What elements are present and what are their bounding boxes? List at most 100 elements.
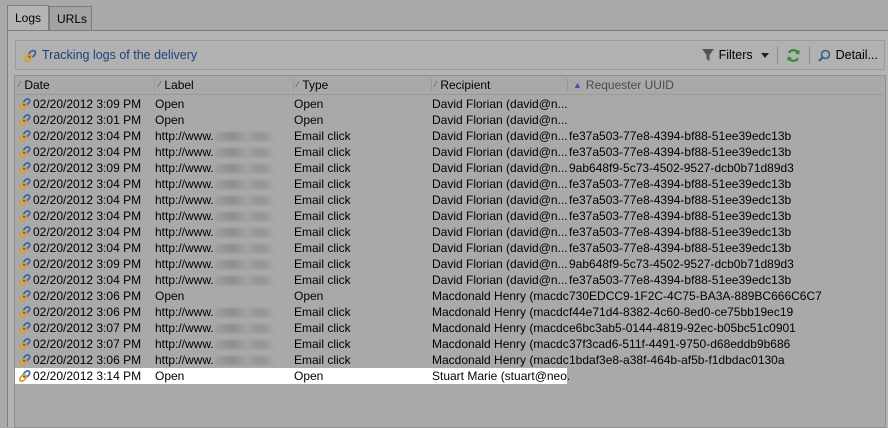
- tracking-link-icon: [17, 272, 33, 288]
- table-row[interactable]: 02/20/2012 3:14 PM Open Open Stuart Marie (…: [15, 368, 569, 384]
- redacted-url: [214, 356, 273, 366]
- cell-recipient: Macdonald Henry (macdc: [432, 321, 569, 335]
- table-row[interactable]: 02/20/2012 3:04 PM http://www. Email click…: [15, 192, 885, 208]
- magnifier-icon: [817, 49, 831, 62]
- cell-label-text: http://www.: [155, 337, 214, 351]
- refresh-button[interactable]: [780, 41, 807, 69]
- cell-date: 02/20/2012 3:04 PM: [33, 193, 142, 207]
- redacted-url: [214, 276, 273, 286]
- cell-label: http://www.: [155, 272, 295, 288]
- cell-label-text: http://www.: [155, 161, 214, 175]
- table-row[interactable]: 02/20/2012 3:06 PM http://www. Email click…: [15, 304, 885, 320]
- tracking-link-icon: [17, 240, 33, 256]
- detail-button[interactable]: Detail...: [812, 41, 884, 69]
- table-row[interactable]: 02/20/2012 3:04 PM http://www. Email click…: [15, 144, 885, 160]
- table-row[interactable]: 02/20/2012 3:01 PM Open Open David Florian …: [15, 112, 885, 128]
- table-row[interactable]: 02/20/2012 3:04 PM http://www. Email click…: [15, 208, 885, 224]
- funnel-icon: [701, 48, 714, 62]
- tracking-link-icon: [17, 352, 33, 368]
- tab-bar: URLs Logs: [0, 0, 888, 31]
- table-row[interactable]: 02/20/2012 3:07 PM http://www. Email click…: [15, 320, 885, 336]
- table-row[interactable]: 02/20/2012 3:09 PM http://www. Email click…: [15, 160, 885, 176]
- cell-type: Open: [294, 289, 324, 303]
- redacted-url: [214, 308, 273, 318]
- table-row[interactable]: 02/20/2012 3:04 PM http://www. Email click…: [15, 176, 885, 192]
- cell-recipient: Stuart Marie (stuart@neo.: [432, 369, 569, 383]
- cell-label: http://www.: [155, 320, 295, 336]
- cell-label-text: http://www.: [155, 353, 214, 367]
- sort-indicator-icon: ⁄: [19, 80, 21, 89]
- table-row[interactable]: 02/20/2012 3:07 PM http://www. Email click…: [15, 336, 885, 352]
- toolbar-title: Tracking logs of the delivery: [22, 41, 197, 69]
- cell-label-text: http://www.: [155, 257, 214, 271]
- cell-requester-uuid: fe37a503-77e8-4394-bf88-51ee39edc13b: [569, 273, 792, 287]
- sort-indicator-icon: ⁄: [297, 80, 299, 89]
- redacted-url: [214, 196, 273, 206]
- cell-recipient: Macdonald Henry (macdc: [432, 353, 569, 367]
- column-header-date[interactable]: ⁄ Date: [19, 76, 50, 94]
- cell-type: Email click: [294, 225, 351, 239]
- cell-date: 02/20/2012 3:04 PM: [33, 273, 142, 287]
- cell-requester-uuid: fe37a503-77e8-4394-bf88-51ee39edc13b: [569, 225, 792, 239]
- cell-label: http://www.: [155, 128, 295, 144]
- cell-label-text: http://www.: [155, 241, 214, 255]
- sort-ascending-icon: ▲: [573, 80, 582, 90]
- cell-type: Email click: [294, 193, 351, 207]
- tracking-link-icon: [17, 256, 33, 272]
- column-header-requester-uuid[interactable]: ▲ Requester UUID: [573, 76, 674, 94]
- cell-type: Email click: [294, 145, 351, 159]
- cell-label-text: http://www.: [155, 193, 214, 207]
- column-header-type[interactable]: ⁄ Type: [297, 76, 328, 94]
- redacted-url: [214, 260, 273, 270]
- filters-button[interactable]: Filters: [696, 41, 775, 69]
- tab-urls[interactable]: URLs: [49, 6, 92, 30]
- cell-label: http://www.: [155, 224, 295, 240]
- cell-label-text: http://www.: [155, 177, 214, 191]
- tracking-link-icon: [17, 96, 33, 112]
- cell-requester-uuid: [569, 96, 885, 112]
- tracking-link-icon: [17, 336, 33, 352]
- redacted-url: [214, 164, 273, 174]
- cell-label-text: http://www.: [155, 305, 214, 319]
- cell-recipient: Macdonald Henry (macdc: [432, 289, 569, 303]
- column-header-recipient[interactable]: ⁄ Recipient: [435, 76, 490, 94]
- cell-label-text: http://www.: [155, 273, 214, 287]
- cell-requester-uuid: e6bc3ab5-0144-4819-92ec-b05bc51c0901: [569, 321, 796, 335]
- cell-requester-uuid: [569, 112, 885, 128]
- cell-type: Email click: [294, 257, 351, 271]
- cell-recipient: David Florian (david@n...: [432, 225, 568, 239]
- table-row[interactable]: 02/20/2012 3:06 PM http://www. Email click…: [15, 352, 885, 368]
- tracking-link-icon: [17, 288, 33, 304]
- cell-date: 02/20/2012 3:09 PM: [33, 257, 142, 271]
- cell-recipient: David Florian (david@n...: [432, 97, 568, 111]
- cell-date: 02/20/2012 3:04 PM: [33, 241, 142, 255]
- table-header: ⁄ Date ⁄ Label ⁄ Type ⁄ Recipient ▲ Requester…: [15, 76, 885, 95]
- table-row[interactable]: 02/20/2012 3:09 PM Open Open David Florian …: [15, 96, 885, 112]
- redacted-url: [214, 132, 273, 142]
- cell-requester-uuid: 1bdaf3e8-a38f-464b-af5b-f1dbdac0130a: [569, 353, 785, 367]
- cell-label: http://www.: [155, 352, 295, 368]
- redacted-url: [214, 340, 273, 350]
- refresh-icon: [786, 48, 801, 63]
- cell-date: 02/20/2012 3:07 PM: [33, 337, 142, 351]
- cell-label-text: http://www.: [155, 321, 214, 335]
- cell-recipient: Macdonald Henry (macdc: [432, 305, 569, 319]
- cell-recipient: David Florian (david@n...: [432, 113, 568, 127]
- cell-date: 02/20/2012 3:09 PM: [33, 97, 142, 111]
- cell-type: Email click: [294, 321, 351, 335]
- cell-date: 02/20/2012 3:04 PM: [33, 129, 142, 143]
- redacted-url: [214, 244, 273, 254]
- tab-logs[interactable]: Logs: [7, 5, 49, 31]
- cell-label-text: http://www.: [155, 225, 214, 239]
- table-row[interactable]: 02/20/2012 3:04 PM http://www. Email click…: [15, 240, 885, 256]
- table-row[interactable]: 02/20/2012 3:04 PM http://www. Email click…: [15, 224, 885, 240]
- table-row[interactable]: 02/20/2012 3:04 PM http://www. Email click…: [15, 272, 885, 288]
- table-row[interactable]: 02/20/2012 3:09 PM http://www. Email click…: [15, 256, 885, 272]
- table-row[interactable]: 02/20/2012 3:04 PM http://www. Email click…: [15, 128, 885, 144]
- column-header-label[interactable]: ⁄ Label: [159, 76, 194, 94]
- cell-label-text: Open: [155, 113, 185, 127]
- tracking-link-icon: [17, 160, 33, 176]
- tracking-link-icon: [17, 208, 33, 224]
- table-row[interactable]: 02/20/2012 3:06 PM Open Open Macdonald Henr…: [15, 288, 885, 304]
- cell-label: http://www.: [155, 160, 295, 176]
